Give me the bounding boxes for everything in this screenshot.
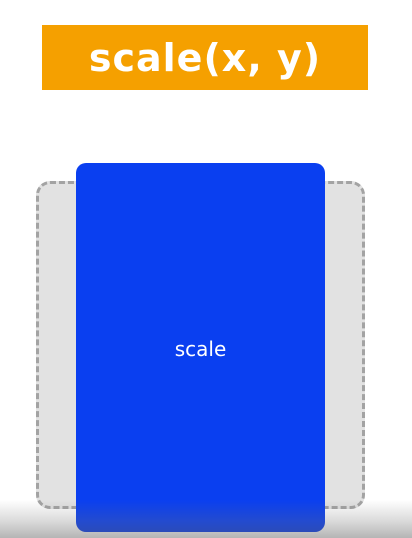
title-text: scale(x, y) <box>88 35 322 80</box>
title-banner: scale(x, y) <box>42 25 368 90</box>
scaled-box-label: scale <box>174 336 227 361</box>
scaled-box: scale <box>76 163 325 532</box>
